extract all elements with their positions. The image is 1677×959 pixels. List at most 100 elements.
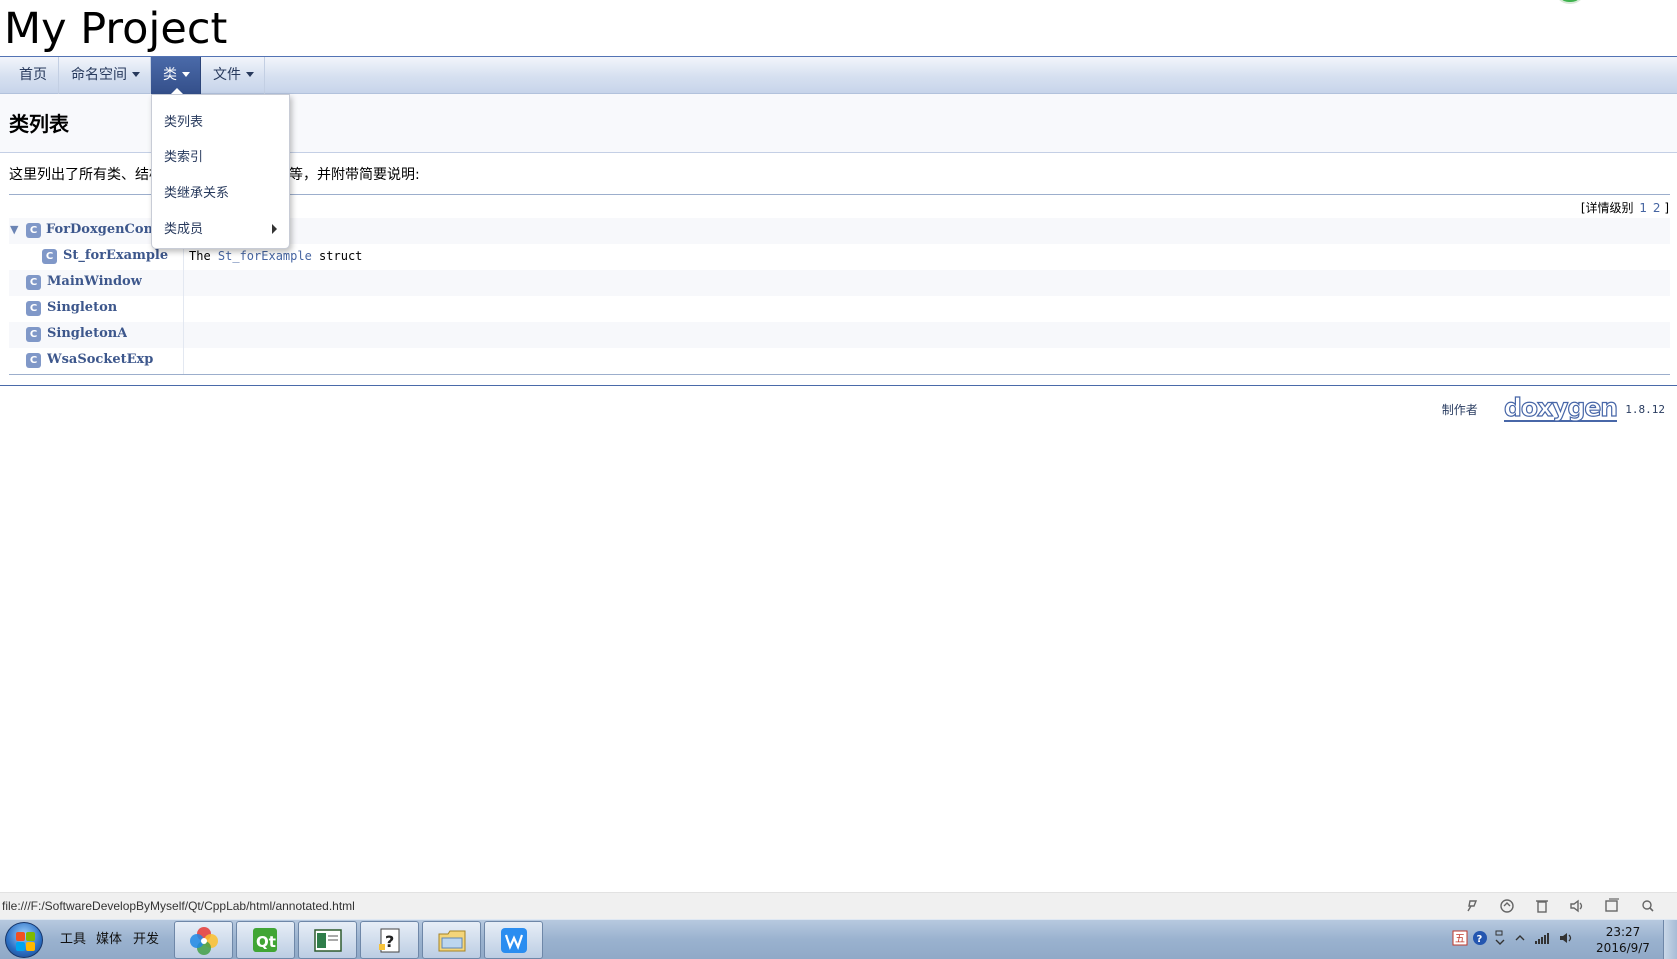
nav-home[interactable]: 首页 [7,57,59,94]
taskbar-app-qt-creator[interactable]: Qt [236,921,295,959]
system-clock[interactable]: 23:27 2016/9/7 [1586,924,1660,956]
detail-level-1[interactable]: 1 [1639,201,1647,215]
nav-namespaces-label: 命名空间 [71,67,127,83]
clock-date: 2016/9/7 [1596,941,1650,955]
windows-logo-icon [26,932,35,941]
project-name: My Project [4,4,228,54]
class-link[interactable]: SingletonA [47,326,127,341]
pin-icon[interactable] [1462,897,1482,915]
svg-text:Qt: Qt [256,933,276,951]
class-description: The St_forExample struct [189,249,362,263]
table-row: C SingletonA [9,322,1670,348]
taskbar-app-editor[interactable] [298,921,357,959]
table-row: C WsaSocketExp [9,348,1670,374]
expand-arrow-icon[interactable]: ▼ [10,223,18,236]
nav-files-label: 文件 [213,67,241,83]
volume-icon[interactable] [1567,897,1587,915]
detail-levels: [详情级别 1 2 ] [1581,199,1669,216]
nav-home-label: 首页 [19,67,47,83]
toolbar-dev[interactable]: 开发 [133,928,159,947]
browser-status-bar: file:///F:/SoftwareDevelopByMyself/Qt/Cp… [0,892,1677,919]
name-cell: C Singleton [9,296,184,322]
menu-item-class-index[interactable]: 类索引 [164,146,203,165]
windows-logo-icon [26,942,35,951]
class-badge-icon: C [42,249,57,264]
doxygen-version: 1.8.12 [1625,402,1665,416]
detail-level-2[interactable]: 2 [1653,201,1661,215]
caret-down-icon [246,72,254,77]
nav-classes-label: 类 [163,67,177,83]
trash-icon[interactable] [1532,897,1552,915]
footer: 制作者 doxygen 1.8.12 [1441,394,1665,422]
svg-text:?: ? [1477,934,1483,945]
show-desktop-button[interactable] [1663,920,1677,959]
class-link[interactable]: St_forExample [63,248,168,263]
footer-divider [0,385,1677,386]
classes-dropdown-menu: 类列表 类索引 类继承关系 类成员 [151,94,290,249]
class-badge-icon: C [26,223,41,238]
doxygen-logo[interactable]: doxygen [1503,394,1619,422]
windows-logo-icon [16,932,25,941]
class-badge-icon: C [26,353,41,368]
caret-down-icon [182,72,190,77]
browser-badge-icon [1555,0,1585,4]
class-link[interactable]: MainWindow [47,274,142,289]
picasa-icon [190,927,218,955]
table-row: C Singleton [9,296,1670,322]
detail-levels-close: ] [1664,201,1669,215]
ime-icon[interactable]: 五 [1452,930,1468,946]
refresh-icon[interactable] [1497,897,1517,915]
class-badge-icon: C [26,275,41,290]
class-badge-icon: C [26,327,41,342]
title-area: My Project [0,0,1677,57]
caret-down-icon [132,72,140,77]
status-url: file:///F:/SoftwareDevelopByMyself/Qt/Cp… [2,899,355,913]
name-cell: C MainWindow [9,270,184,296]
taskbar-app-explorer[interactable] [422,921,481,959]
toolbar-tools[interactable]: 工具 [60,928,86,947]
toolbar-media[interactable]: 媒体 [96,928,122,947]
desc-text: The [189,249,218,263]
class-link[interactable]: Singleton [47,300,117,315]
taskbar: 工具 媒体 开发 Qt ? 五 ? 23:27 2016/9/7 [0,919,1677,959]
detail-levels-label: [详情级别 [1580,201,1634,215]
menu-item-class-members[interactable]: 类成员 [164,218,282,237]
page-title: 类列表 [9,112,69,136]
submenu-arrow-icon [272,224,277,234]
nav-files[interactable]: 文件 [201,57,265,94]
class-link[interactable]: WsaSocketExp [47,352,153,367]
name-cell: C SingletonA [9,322,184,348]
svg-text:?: ? [385,932,394,951]
speaker-icon[interactable] [1558,930,1574,946]
browser-page: My Project 首页 命名空间 类 文件 类列表 这里列出了所有类、结构、… [0,0,1677,959]
windows-logo-icon [16,942,25,951]
name-cell: C WsaSocketExp [9,348,184,374]
window-icon[interactable] [1602,897,1622,915]
class-badge-icon: C [26,301,41,316]
taskbar-app-wps[interactable] [484,921,543,959]
taskbar-app-picasa[interactable] [174,921,233,959]
nav-namespaces[interactable]: 命名空间 [59,57,151,94]
qt-creator-icon: Qt [253,928,277,952]
help-tray-icon[interactable]: ? [1472,930,1488,946]
help-icon: ? [379,928,400,953]
table-row: C MainWindow [9,270,1670,296]
editor-icon [314,929,342,952]
tray-overflow-icon[interactable] [1492,930,1508,946]
start-button[interactable] [5,922,43,958]
wps-icon [501,928,527,953]
show-hidden-icons-icon[interactable] [1512,930,1528,946]
zoom-icon[interactable] [1638,897,1658,915]
svg-text:五: 五 [1455,934,1465,945]
desc-text: struct [311,249,363,263]
main-nav: 首页 命名空间 类 文件 [0,57,1677,142]
made-by-label: 制作者 [1441,402,1478,417]
dropdown-pointer [171,88,183,94]
desc-code[interactable]: St_forExample [218,249,312,263]
menu-item-class-hierarchy[interactable]: 类继承关系 [164,182,229,201]
menu-item-class-list[interactable]: 类列表 [164,111,203,130]
network-icon[interactable] [1534,930,1550,946]
file-explorer-icon [438,930,466,952]
taskbar-app-help[interactable]: ? [360,921,419,959]
clock-time: 23:27 [1605,925,1641,939]
